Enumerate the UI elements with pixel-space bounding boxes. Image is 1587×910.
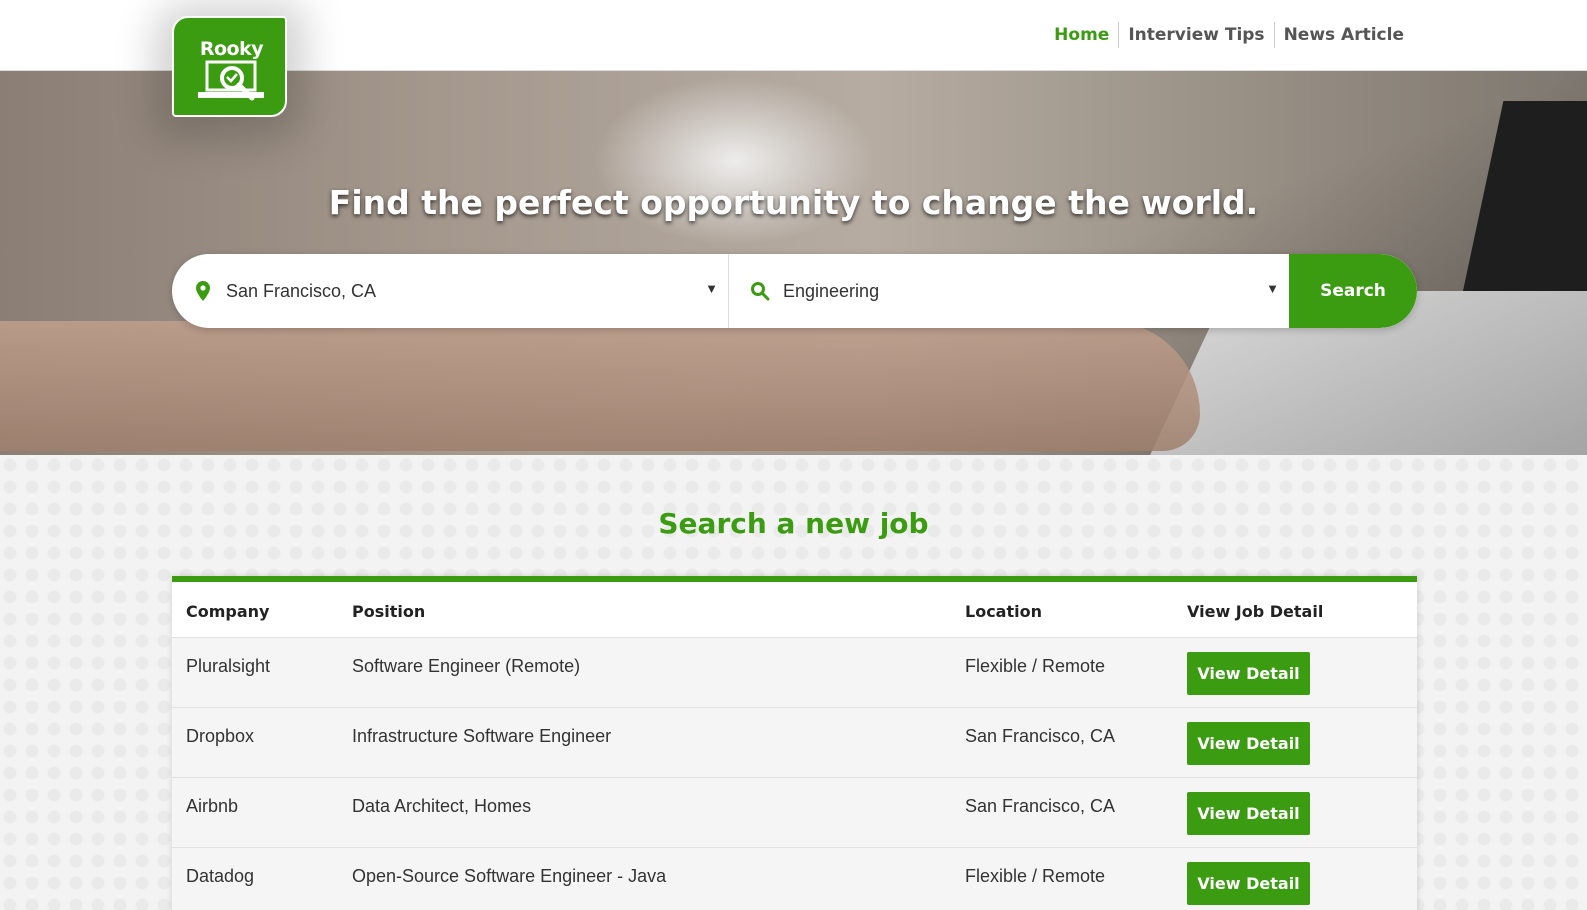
- chevron-down-icon: ▼: [1266, 281, 1279, 296]
- cell-position: Software Engineer (Remote): [352, 656, 581, 676]
- nav-news-article[interactable]: News Article: [1273, 22, 1413, 48]
- hero-title: Find the perfect opportunity to change t…: [328, 183, 1259, 222]
- rooky-logo[interactable]: Rooky: [172, 16, 287, 117]
- view-detail-button[interactable]: View Detail: [1187, 722, 1310, 765]
- job-listing-section: Search a new job Company Position Locati…: [0, 455, 1587, 910]
- location-value: San Francisco, CA: [226, 280, 377, 301]
- table-row: Airbnb Data Architect, Homes San Francis…: [172, 778, 1417, 848]
- hero-banner: Find the perfect opportunity to change t…: [0, 71, 1587, 455]
- cell-position: Data Architect, Homes: [352, 796, 532, 816]
- job-search-bar: San Francisco, CA ▼ Engineering ▼ Search: [172, 254, 1417, 328]
- cell-location: San Francisco, CA: [965, 726, 1116, 746]
- cell-company: Datadog: [186, 866, 255, 886]
- cell-position: Open-Source Software Engineer - Java: [352, 866, 667, 886]
- view-detail-button[interactable]: View Detail: [1187, 792, 1310, 835]
- cell-company: Dropbox: [186, 726, 255, 746]
- search-button[interactable]: Search: [1289, 254, 1417, 328]
- table-header: Company Position Location View Job Detai…: [172, 582, 1417, 638]
- cell-company: Pluralsight: [186, 656, 271, 676]
- search-icon: [749, 281, 771, 301]
- jobs-table: Company Position Location View Job Detai…: [172, 576, 1417, 910]
- map-pin-icon: [192, 281, 214, 301]
- header-company: Company: [186, 602, 270, 621]
- chevron-down-icon: ▼: [705, 281, 718, 296]
- laptop-magnifier-icon: [198, 60, 264, 101]
- table-row: Dropbox Infrastructure Software Engineer…: [172, 708, 1417, 778]
- header-location: Location: [965, 602, 1042, 621]
- table-row: Datadog Open-Source Software Engineer - …: [172, 848, 1417, 910]
- cell-company: Airbnb: [186, 796, 239, 816]
- nav-interview-tips[interactable]: Interview Tips: [1118, 22, 1273, 48]
- cell-location: Flexible / Remote: [965, 866, 1106, 886]
- table-row: Pluralsight Software Engineer (Remote) F…: [172, 638, 1417, 708]
- cell-location: San Francisco, CA: [965, 796, 1116, 816]
- cell-position: Infrastructure Software Engineer: [352, 726, 612, 746]
- cell-location: Flexible / Remote: [965, 656, 1106, 676]
- category-select[interactable]: Engineering ▼: [729, 254, 1289, 328]
- header-view-job-detail: View Job Detail: [1187, 602, 1324, 621]
- header-position: Position: [352, 602, 426, 621]
- section-title: Search a new job: [658, 507, 929, 540]
- main-nav: Home Interview Tips News Article: [1045, 22, 1413, 48]
- view-detail-button[interactable]: View Detail: [1187, 862, 1310, 905]
- hero-hand-image: [0, 321, 1200, 451]
- nav-home[interactable]: Home: [1045, 22, 1118, 48]
- view-detail-button[interactable]: View Detail: [1187, 652, 1310, 695]
- category-value: Engineering: [783, 280, 880, 301]
- location-select[interactable]: San Francisco, CA ▼: [172, 254, 729, 328]
